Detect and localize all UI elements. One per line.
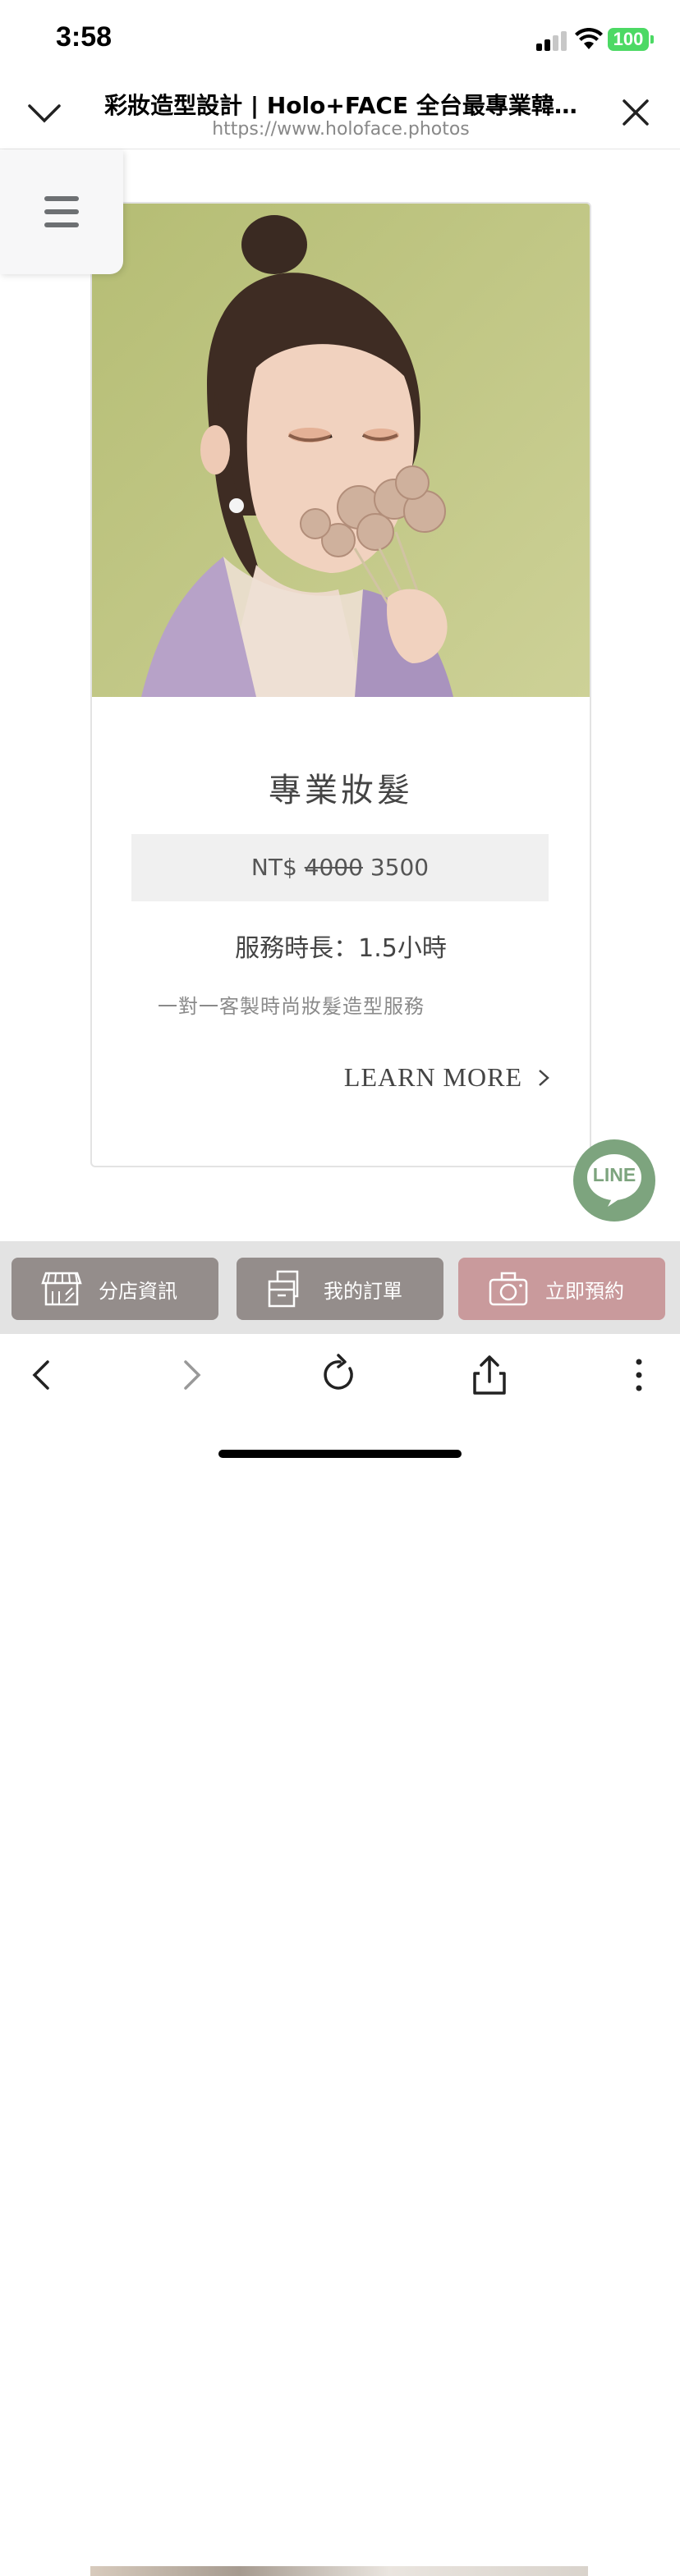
store-icon	[41, 1272, 82, 1306]
home-indicator	[218, 1450, 462, 1458]
price-box: NT$ 4000 3500	[131, 834, 549, 901]
my-orders-label: 我的訂單	[324, 1279, 402, 1303]
line-chat-button[interactable]: LINE	[573, 1139, 655, 1222]
action-bar: 分店資訊 我的訂單 立即預約	[0, 1241, 680, 2576]
store-info-label: 分店資訊	[99, 1279, 177, 1303]
price-original: 4000	[304, 854, 363, 881]
learn-more-link[interactable]: LEARN MORE	[344, 1062, 550, 1093]
status-time: 3:58	[56, 21, 113, 53]
service-duration: 服務時長：1.5小時	[235, 934, 447, 963]
wifi-icon	[575, 28, 603, 49]
share-icon[interactable]	[466, 1352, 512, 1398]
store-info-button[interactable]: 分店資訊	[11, 1258, 218, 1320]
next-card-peek	[90, 2566, 588, 2576]
service-card: 專業妝髮 NT$ 4000 3500 服務時長：1.5小時 一對一客製時尚妝髮造…	[90, 202, 591, 1167]
learn-more-label: LEARN MORE	[343, 1062, 522, 1092]
book-now-button[interactable]: 立即預約	[458, 1258, 665, 1320]
battery-indicator: 100	[608, 28, 649, 51]
my-orders-button[interactable]: 我的訂單	[237, 1258, 443, 1320]
service-title: 專業妝髮	[269, 772, 413, 809]
hamburger-menu-button[interactable]	[0, 150, 123, 274]
close-icon[interactable]	[618, 94, 654, 131]
chevron-right-icon	[539, 1069, 549, 1086]
page-title: 彩妝造型設計 | Holo+FACE 全台最專業韓…	[104, 92, 577, 119]
book-now-label: 立即預約	[545, 1279, 624, 1303]
service-description: 一對一客製時尚妝髮造型服務	[158, 995, 425, 1018]
price-currency: NT$	[250, 854, 297, 881]
more-icon[interactable]	[616, 1352, 662, 1398]
back-icon[interactable]	[20, 1352, 66, 1398]
signal-icon	[536, 31, 567, 51]
price-sale: 3500	[370, 854, 430, 881]
forward-icon[interactable]	[168, 1352, 214, 1398]
reload-icon[interactable]	[317, 1352, 363, 1398]
browser-header: 彩妝造型設計 | Holo+FACE 全台最專業韓… https://www.h…	[0, 78, 680, 149]
battery-tip	[650, 35, 654, 44]
chevron-down-icon[interactable]	[25, 96, 64, 129]
page-url: https://www.holoface.photos	[212, 119, 470, 140]
service-photo	[92, 204, 590, 697]
line-label: LINE	[592, 1164, 636, 1185]
orders-icon	[268, 1270, 299, 1308]
camera-icon	[489, 1272, 528, 1306]
status-bar: 3:58 100	[0, 0, 680, 78]
